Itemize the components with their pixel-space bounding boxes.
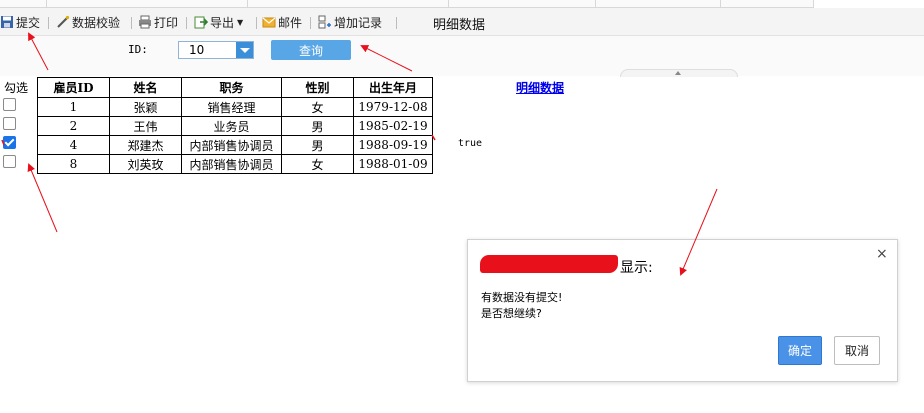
annotation-arrow bbox=[679, 188, 718, 276]
annotation-arrow bbox=[27, 163, 58, 233]
annotation-arrows bbox=[1, 32, 718, 276]
annotation-tick bbox=[1, 139, 5, 146]
annotation-arrow bbox=[28, 32, 49, 71]
annotation-arrow bbox=[360, 45, 413, 72]
annotation-tick bbox=[431, 134, 436, 141]
